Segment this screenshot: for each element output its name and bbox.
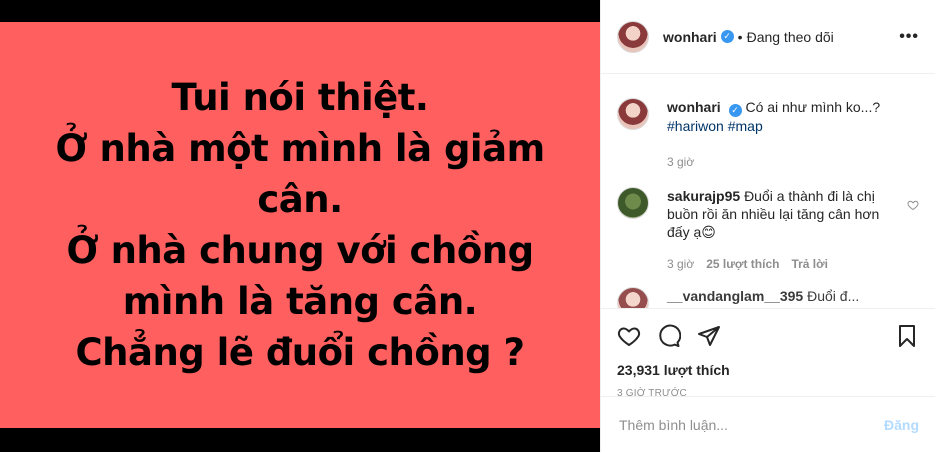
post-image-text: Tui nói thiệt. Ở nhà một mình là giảm câ… xyxy=(55,72,545,378)
share-icon[interactable] xyxy=(697,324,721,348)
post-text-line: cân. xyxy=(257,178,343,221)
verified-badge-icon: ✓ xyxy=(720,30,734,43)
caption-username[interactable]: wonhari xyxy=(667,99,721,115)
caption-text: Có ai như mình ko...? xyxy=(745,99,881,115)
comment-username[interactable]: __vandanglam__395 xyxy=(667,288,803,304)
caption-hashtags[interactable]: #hariwon #map xyxy=(667,117,919,135)
avatar[interactable] xyxy=(617,287,649,308)
separator-dot: • xyxy=(737,28,743,45)
caption: wonhari ✓ Có ai như mình ko...? #hariwon… xyxy=(617,98,919,171)
list-item: __vandanglam__395 Đuổi đ... xyxy=(617,287,919,308)
header-info: wonhari ✓ • Đang theo dõi xyxy=(663,29,834,45)
post-text-line: Chẳng lẽ đuổi chồng ? xyxy=(75,331,525,374)
likes-count[interactable]: 23,931 lượt thích xyxy=(601,362,935,378)
post-side-panel: wonhari ✓ • Đang theo dõi ••• wonhari ✓ … xyxy=(600,0,935,452)
comment-time[interactable]: 3 giờ xyxy=(667,255,694,273)
header-username[interactable]: wonhari xyxy=(663,29,717,45)
comment-icon[interactable] xyxy=(657,324,681,348)
comments-list[interactable]: wonhari ✓ Có ai như mình ko...? #hariwon… xyxy=(601,74,935,308)
post-header: wonhari ✓ • Đang theo dõi ••• xyxy=(601,0,935,74)
avatar[interactable] xyxy=(617,98,649,130)
post-image: Tui nói thiệt. Ở nhà một mình là giảm câ… xyxy=(0,22,600,428)
comment-username[interactable]: sakurajp95 xyxy=(667,188,740,204)
reply-button[interactable]: Trả lời xyxy=(791,255,828,273)
verified-badge-icon: ✓ xyxy=(728,104,742,117)
post-text-line: Tui nói thiệt. xyxy=(171,76,429,119)
post-text-line: Ở nhà chung với chồng xyxy=(66,229,534,272)
following-button[interactable]: Đang theo dõi xyxy=(747,29,834,45)
post-media[interactable]: Tui nói thiệt. Ở nhà một mình là giảm câ… xyxy=(0,0,600,452)
bookmark-icon[interactable] xyxy=(895,324,919,348)
comment-text: Đuổi đ... xyxy=(807,288,860,304)
post-actions xyxy=(601,308,935,362)
caption-time[interactable]: 3 giờ xyxy=(667,153,694,171)
heart-icon[interactable] xyxy=(617,324,641,348)
avatar[interactable] xyxy=(617,187,649,219)
comment-likes[interactable]: 25 lượt thích xyxy=(706,255,779,273)
list-item: sakurajp95 Đuổi a thành đi là chị buồn r… xyxy=(617,187,919,273)
post-comment-button[interactable]: Đăng xyxy=(884,417,919,433)
add-comment-bar: Đăng xyxy=(601,396,935,452)
post-text-line: mình là tăng cân. xyxy=(122,280,478,323)
avatar[interactable] xyxy=(617,20,649,53)
post-text-line: Ở nhà một mình là giảm xyxy=(55,127,545,170)
more-options-icon[interactable]: ••• xyxy=(899,28,919,46)
comment-input[interactable] xyxy=(617,415,884,434)
heart-icon[interactable] xyxy=(907,199,919,211)
